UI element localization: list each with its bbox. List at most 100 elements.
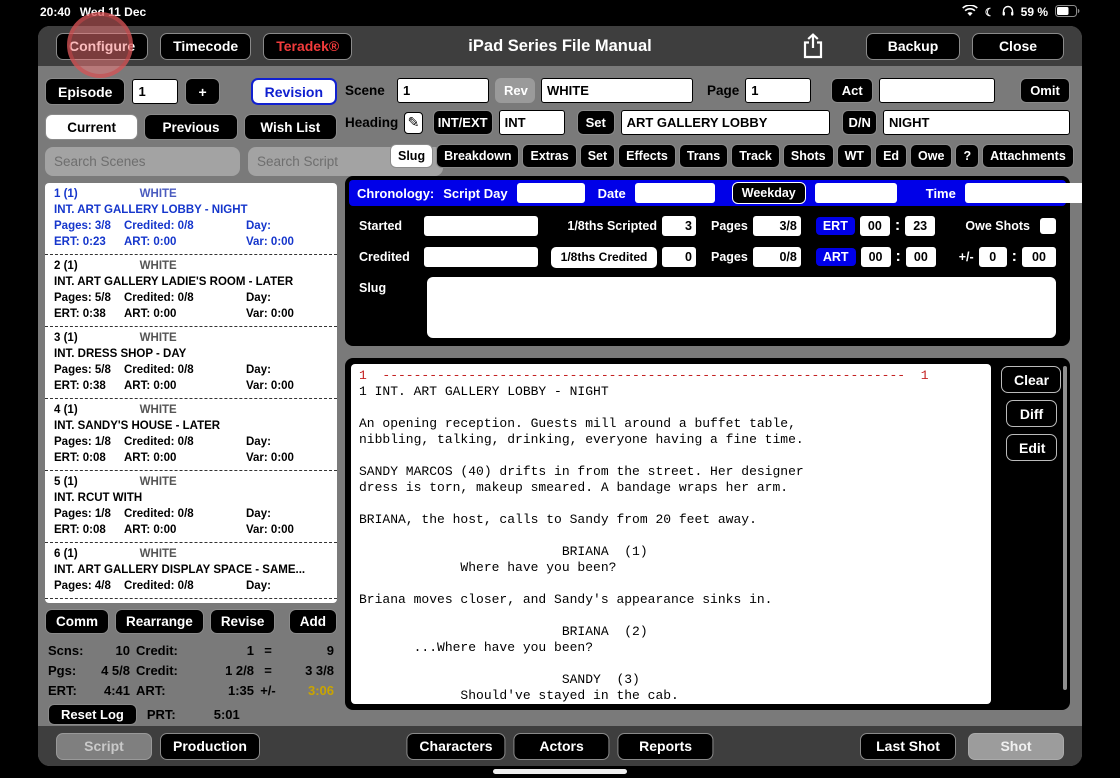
slug-textarea[interactable]	[427, 277, 1056, 338]
plus-minus-hours-input[interactable]	[979, 247, 1007, 267]
share-icon[interactable]	[798, 32, 828, 60]
clear-button[interactable]: Clear	[1001, 366, 1061, 393]
script-tab-button[interactable]: Script	[56, 733, 152, 760]
scene-number: 5 (1)	[54, 474, 78, 490]
detail-tab-shots[interactable]: Shots	[783, 144, 834, 168]
episode-number-input[interactable]	[132, 79, 178, 104]
scene-ert: ERT: 0:38	[54, 306, 124, 322]
reset-log-button[interactable]: Reset Log	[48, 704, 137, 725]
timecode-button[interactable]: Timecode	[160, 33, 251, 60]
script-scrollbar[interactable]	[1063, 366, 1067, 690]
scene-number: 2 (1)	[54, 258, 78, 274]
detail-tab-owe[interactable]: Owe	[910, 144, 952, 168]
scene-color: WHITE	[140, 546, 177, 562]
art-minutes-input[interactable]	[906, 247, 936, 267]
pages-scripted-input[interactable]	[753, 216, 801, 236]
eighths-credited-input[interactable]	[662, 247, 696, 267]
diff-button[interactable]: Diff	[1006, 400, 1057, 427]
detail-tab-wt[interactable]: WT	[837, 144, 872, 168]
detail-tab-set[interactable]: Set	[580, 144, 615, 168]
ert-minutes-input[interactable]	[905, 216, 935, 236]
act-button[interactable]: Act	[831, 78, 873, 103]
add-scene-button[interactable]: Add	[289, 609, 337, 634]
rev-button[interactable]: Rev	[495, 78, 535, 103]
omit-button[interactable]: Omit	[1020, 78, 1070, 103]
production-tab-button[interactable]: Production	[160, 733, 260, 760]
reports-button[interactable]: Reports	[618, 733, 714, 760]
day-night-button[interactable]: D/N	[842, 110, 877, 135]
detail-tab-attachments[interactable]: Attachments	[982, 144, 1074, 168]
sidebar-tab-wish-list[interactable]: Wish List	[244, 114, 337, 140]
sidebar-tab-current[interactable]: Current	[45, 114, 138, 140]
scene-title: INT. RCUT WITH	[54, 490, 328, 506]
scene-number-input[interactable]	[397, 78, 489, 103]
set-input[interactable]	[621, 110, 831, 135]
totals-symbol: +/-	[254, 683, 282, 698]
int-ext-button[interactable]: INT/EXT	[433, 110, 493, 135]
last-shot-button[interactable]: Last Shot	[860, 733, 956, 760]
detail-tab-trans[interactable]: Trans	[679, 144, 728, 168]
int-ext-input[interactable]	[499, 110, 565, 135]
detail-tab-slug[interactable]: Slug	[390, 144, 433, 168]
scene-list-item[interactable]: 1 (1)WHITEINT. ART GALLERY LOBBY - NIGHT…	[45, 183, 337, 255]
owe-shots-checkbox[interactable]	[1040, 218, 1056, 234]
backup-button[interactable]: Backup	[866, 33, 960, 60]
home-indicator[interactable]	[493, 769, 627, 774]
add-episode-button[interactable]: +	[185, 78, 219, 105]
time-input[interactable]	[965, 183, 1082, 203]
totals-label: Credit:	[130, 663, 188, 678]
day-night-input[interactable]	[883, 110, 1070, 135]
started-input[interactable]	[424, 216, 538, 236]
detail-tab-extras[interactable]: Extras	[522, 144, 576, 168]
close-button[interactable]: Close	[972, 33, 1064, 60]
totals-value: 10	[94, 643, 130, 658]
scene-color: WHITE	[140, 402, 177, 418]
shot-button[interactable]: Shot	[968, 733, 1064, 760]
heading-edit-icon[interactable]: ✎	[404, 112, 422, 134]
edit-button[interactable]: Edit	[1006, 434, 1057, 461]
scene-list-item[interactable]: 6 (1)WHITEINT. ART GALLERY DISPLAY SPACE…	[45, 543, 337, 599]
episode-button[interactable]: Episode	[45, 78, 125, 105]
teradek-button[interactable]: Teradek®	[263, 33, 352, 60]
revision-button[interactable]: Revision	[251, 78, 337, 105]
plus-minus-colon: :	[1012, 248, 1017, 266]
started-label: Started	[359, 219, 419, 233]
script-page-divider: 1 --------------------------------------…	[351, 364, 991, 384]
scene-list-item[interactable]: 2 (1)WHITEINT. ART GALLERY LADIE'S ROOM …	[45, 255, 337, 327]
scene-list-item[interactable]: 4 (1)WHITEINT. SANDY'S HOUSE - LATERPage…	[45, 399, 337, 471]
set-button[interactable]: Set	[577, 110, 615, 135]
script-day-input[interactable]	[517, 183, 585, 203]
scene-list-item[interactable]: 5 (1)WHITEINT. RCUT WITHPages: 1/8Credit…	[45, 471, 337, 543]
ert-chip: ERT	[816, 217, 855, 235]
scene-color-input[interactable]	[541, 78, 693, 103]
rearrange-button[interactable]: Rearrange	[115, 609, 204, 634]
actors-button[interactable]: Actors	[514, 733, 610, 760]
plus-minus-minutes-input[interactable]	[1022, 247, 1056, 267]
date-input[interactable]	[635, 183, 715, 203]
art-hours-input[interactable]	[861, 247, 891, 267]
act-input[interactable]	[879, 78, 995, 103]
comm-button[interactable]: Comm	[45, 609, 109, 634]
configure-button[interactable]: Configure	[56, 33, 148, 60]
weekday-input[interactable]	[815, 183, 897, 203]
sidebar-tab-previous[interactable]: Previous	[144, 114, 237, 140]
detail-tab-ed[interactable]: Ed	[875, 144, 907, 168]
detail-tab-breakdown[interactable]: Breakdown	[436, 144, 519, 168]
detail-tab--[interactable]: ?	[955, 144, 979, 168]
prt-label: PRT:	[147, 707, 176, 722]
search-scenes-input[interactable]	[45, 147, 240, 176]
credited-input[interactable]	[424, 247, 538, 267]
credited-label: Credited	[359, 250, 419, 264]
weekday-button[interactable]: Weekday	[732, 182, 806, 204]
script-text[interactable]: 1 INT. ART GALLERY LOBBY - NIGHT An open…	[351, 384, 991, 704]
ert-hours-input[interactable]	[860, 216, 890, 236]
eighths-scripted-input[interactable]	[662, 216, 696, 236]
page-number-input[interactable]	[745, 78, 811, 103]
detail-tab-track[interactable]: Track	[731, 144, 780, 168]
detail-tab-effects[interactable]: Effects	[618, 144, 676, 168]
scene-list-item[interactable]: 3 (1)WHITEINT. DRESS SHOP - DAYPages: 5/…	[45, 327, 337, 399]
characters-button[interactable]: Characters	[406, 733, 505, 760]
pages-credited-input[interactable]	[753, 247, 801, 267]
eighths-credited-button[interactable]: 1/8ths Credited	[551, 247, 657, 268]
revise-button[interactable]: Revise	[210, 609, 276, 634]
